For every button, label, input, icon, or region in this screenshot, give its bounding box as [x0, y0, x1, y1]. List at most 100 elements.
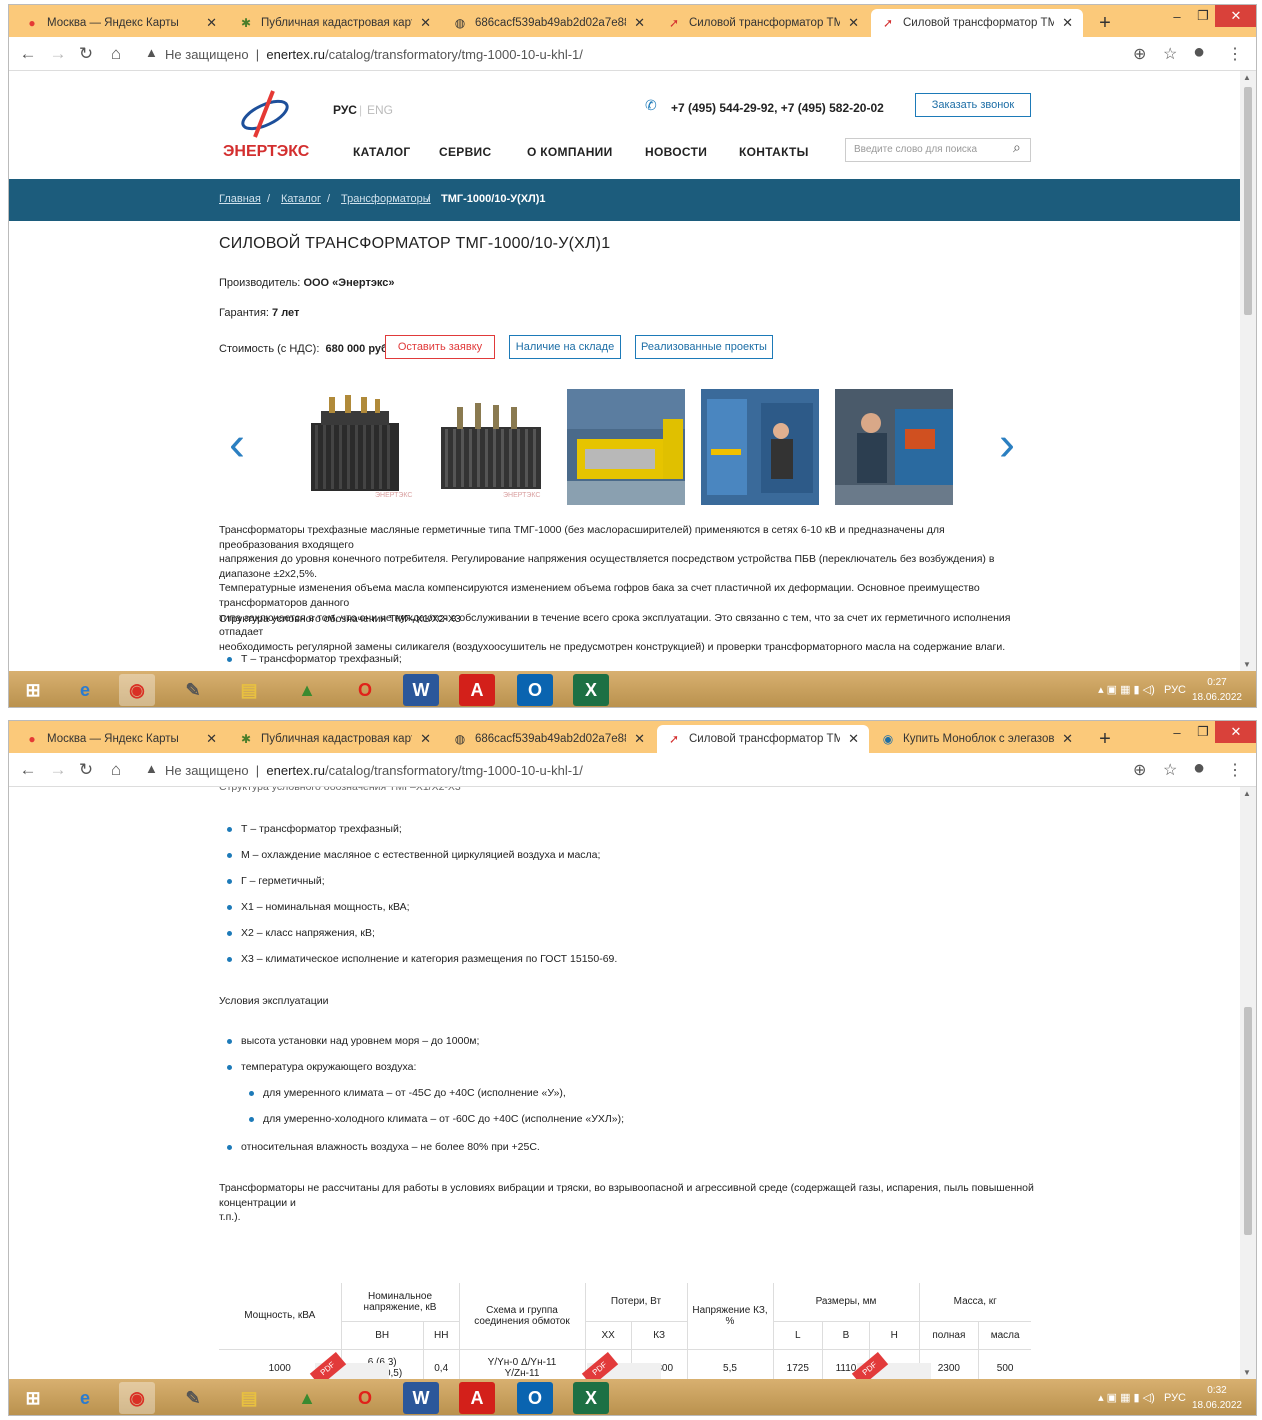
outlook-icon[interactable]: O — [517, 1382, 553, 1414]
explorer-icon[interactable]: ▤ — [231, 674, 267, 706]
pdf-document-3[interactable]: PDF — [851, 1351, 931, 1379]
tab-cadastre[interactable]: ✱ Публичная кадастровая карта ✕ — [229, 9, 441, 37]
breadcrumb-home[interactable]: Главная — [219, 193, 261, 205]
scroll-up-icon[interactable]: ▲ — [1243, 73, 1251, 82]
scroll-down-icon[interactable]: ▼ — [1243, 1368, 1251, 1377]
chrome-icon[interactable]: ◉ — [119, 1382, 155, 1414]
new-tab-button[interactable]: + — [1091, 9, 1119, 37]
search-icon[interactable]: ⌕ — [1013, 139, 1021, 156]
callback-button[interactable]: Заказать звонок — [915, 93, 1031, 117]
product-photo-5[interactable] — [835, 389, 953, 505]
product-photo-1[interactable]: ЭНЕРТЭКС — [299, 389, 417, 505]
pdf-document-2[interactable]: PDF — [581, 1351, 661, 1379]
menu-news[interactable]: НОВОСТИ — [645, 145, 707, 159]
tab-monoblock[interactable]: ◉ Купить Моноблок с элегазово ✕ — [871, 725, 1083, 753]
close-tab-icon[interactable]: ✕ — [1062, 15, 1073, 31]
close-tab-icon[interactable]: ✕ — [634, 15, 645, 31]
tab-cadastre[interactable]: ✱ Публичная кадастровая карта ✕ — [229, 725, 441, 753]
url-field[interactable]: Не защищено | enertex.ru/catalog/transfo… — [165, 47, 583, 62]
search-input[interactable]: Введите слово для поиска — [845, 138, 1031, 162]
word-icon[interactable]: W — [403, 1382, 439, 1414]
home-icon[interactable]: ⌂ — [105, 760, 127, 780]
ie-icon[interactable]: e — [67, 674, 103, 706]
scrollbar[interactable]: ▲ ▼ — [1240, 787, 1256, 1379]
forward-icon[interactable]: → — [47, 44, 69, 64]
bookmark-star-icon[interactable]: ☆ — [1163, 44, 1177, 64]
tab-yandex-maps[interactable]: ● Москва — Яндекс Карты ✕ — [15, 9, 227, 37]
chrome-icon[interactable]: ◉ — [119, 674, 155, 706]
url-field[interactable]: Не защищено | enertex.ru/catalog/transfo… — [165, 763, 583, 778]
scroll-up-icon[interactable]: ▲ — [1243, 789, 1251, 798]
back-icon[interactable]: ← — [17, 44, 39, 64]
window-close-button[interactable]: ✕ — [1215, 721, 1256, 743]
phone-numbers[interactable]: +7 (495) 544-29-92, +7 (495) 582-20-02 — [671, 101, 884, 115]
new-tab-button[interactable]: + — [1091, 725, 1119, 753]
menu-service[interactable]: СЕРВИС — [439, 145, 491, 159]
menu-contacts[interactable]: КОНТАКТЫ — [739, 145, 809, 159]
chart-app-icon[interactable]: ▲ — [289, 1382, 325, 1414]
request-button[interactable]: Оставить заявку — [385, 335, 495, 359]
windows-start-icon[interactable]: ⊞ — [15, 1382, 51, 1414]
tab-enertex-active[interactable]: ➚ Силовой трансформатор ТМГ ✕ — [871, 9, 1083, 37]
windows-start-icon[interactable]: ⊞ — [15, 674, 51, 706]
restore-button[interactable]: ❐ — [1189, 5, 1217, 27]
close-tab-icon[interactable]: ✕ — [848, 731, 859, 747]
scrollbar[interactable]: ▲ ▼ — [1240, 71, 1256, 671]
acrobat-icon[interactable]: A — [459, 1382, 495, 1414]
paint-icon[interactable]: ✎ — [175, 674, 211, 706]
outlook-icon[interactable]: O — [517, 674, 553, 706]
reload-icon[interactable]: ↻ — [75, 760, 97, 780]
back-icon[interactable]: ← — [17, 760, 39, 780]
system-tray[interactable]: ▴ ▣ ▦ ▮ ◁) РУС — [1098, 1391, 1186, 1404]
tab-yandex-maps[interactable]: ● Москва — Яндекс Карты ✕ — [15, 725, 227, 753]
minimize-button[interactable]: – — [1163, 5, 1191, 27]
close-tab-icon[interactable]: ✕ — [420, 15, 431, 31]
menu-dots-icon[interactable]: ⋮ — [1227, 760, 1243, 780]
menu-dots-icon[interactable]: ⋮ — [1227, 44, 1243, 64]
tab-hash[interactable]: ◍ 686cacf539ab49ab2d02a7e88de ✕ — [443, 725, 655, 753]
restore-button[interactable]: ❐ — [1189, 721, 1217, 743]
breadcrumb-catalog[interactable]: Каталог — [281, 193, 321, 205]
scroll-down-icon[interactable]: ▼ — [1243, 660, 1251, 669]
excel-icon[interactable]: X — [573, 1382, 609, 1414]
close-tab-icon[interactable]: ✕ — [206, 15, 217, 31]
ie-icon[interactable]: e — [67, 1382, 103, 1414]
word-icon[interactable]: W — [403, 674, 439, 706]
reload-icon[interactable]: ↻ — [75, 44, 97, 64]
close-tab-icon[interactable]: ✕ — [634, 731, 645, 747]
minimize-button[interactable]: – — [1163, 721, 1191, 743]
profile-icon[interactable]: ● — [1193, 41, 1205, 64]
zoom-icon[interactable]: ⊕ — [1133, 760, 1146, 780]
acrobat-icon[interactable]: A — [459, 674, 495, 706]
system-tray[interactable]: ▴ ▣ ▦ ▮ ◁) РУС — [1098, 683, 1186, 696]
projects-button[interactable]: Реализованные проекты — [635, 335, 773, 359]
pdf-document-1[interactable]: PDF — [309, 1351, 389, 1379]
carousel-prev-icon[interactable]: ‹ — [229, 421, 245, 469]
product-photo-2[interactable]: ЭНЕРТЭКС — [433, 389, 551, 505]
explorer-icon[interactable]: ▤ — [231, 1382, 267, 1414]
profile-icon[interactable]: ● — [1193, 757, 1205, 780]
clock[interactable]: 0:32 18.06.2022 — [1192, 1383, 1242, 1413]
lang-en[interactable]: ENG — [367, 103, 393, 117]
warning-icon[interactable]: ▲ — [145, 45, 158, 60]
menu-about[interactable]: О КОМПАНИИ — [527, 145, 613, 159]
scrollbar-thumb[interactable] — [1244, 87, 1252, 315]
carousel-next-icon[interactable]: › — [999, 421, 1015, 469]
product-photo-4[interactable] — [701, 389, 819, 505]
zoom-icon[interactable]: ⊕ — [1133, 44, 1146, 64]
warning-icon[interactable]: ▲ — [145, 761, 158, 776]
tab-enertex-active[interactable]: ➚ Силовой трансформатор ТМГ ✕ — [657, 725, 869, 753]
home-icon[interactable]: ⌂ — [105, 44, 127, 64]
chart-app-icon[interactable]: ▲ — [289, 674, 325, 706]
clock[interactable]: 0:27 18.06.2022 — [1192, 675, 1242, 705]
excel-icon[interactable]: X — [573, 674, 609, 706]
bookmark-star-icon[interactable]: ☆ — [1163, 760, 1177, 780]
menu-catalog[interactable]: КАТАЛОГ — [353, 145, 410, 159]
opera-icon[interactable]: O — [347, 674, 383, 706]
tab-hash[interactable]: ◍ 686cacf539ab49ab2d02a7e88de ✕ — [443, 9, 655, 37]
paint-icon[interactable]: ✎ — [175, 1382, 211, 1414]
opera-icon[interactable]: O — [347, 1382, 383, 1414]
breadcrumb-transformers[interactable]: Трансформаторы — [341, 193, 431, 205]
product-photo-3[interactable] — [567, 389, 685, 505]
window-close-button[interactable]: ✕ — [1215, 5, 1256, 27]
